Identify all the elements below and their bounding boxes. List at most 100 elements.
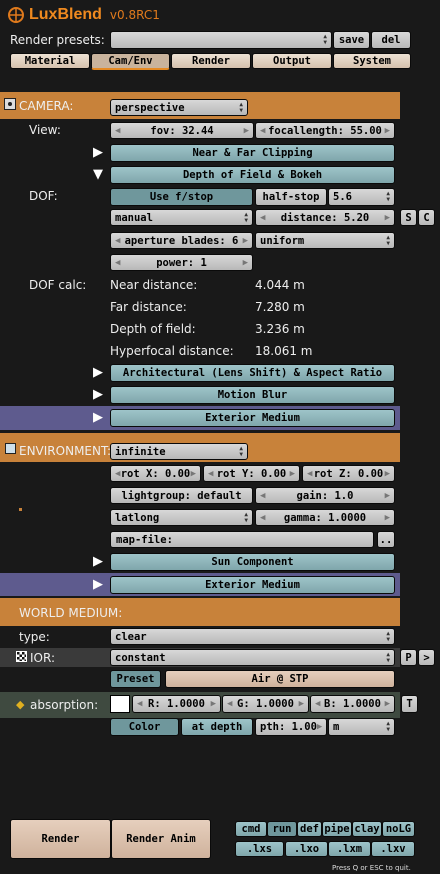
world-type-label: type: [19,630,50,644]
browse-file-button[interactable]: .. [377,531,395,548]
ior-mode-select[interactable]: constant ▲ ▼ [110,649,395,666]
rot-y-field[interactable]: ◀ rot Y: 0.00 ▶ [203,465,300,482]
save-preset-button[interactable]: save [333,31,370,49]
expand-arrow-icon[interactable]: ▶ [93,578,103,591]
power-field[interactable]: ◀ power: 1 ▶ [110,254,253,271]
version-text: v0.8RC1 [109,8,160,22]
near-far-clipping-button[interactable]: Near & Far Clipping [110,144,395,162]
environment-exterior-medium-button[interactable]: Exterior Medium [110,576,395,594]
export-lxo-button[interactable]: .lxo [285,841,328,857]
expand-arrow-icon[interactable]: ▶ [93,555,103,568]
ior-preset-value-button[interactable]: Air @ STP [165,670,395,688]
c-button[interactable]: C [418,209,435,226]
s-button[interactable]: S [400,209,417,226]
distribution-select[interactable]: uniform ▲ ▼ [255,232,395,249]
mode-run-button[interactable]: run [267,821,297,837]
gain-field[interactable]: ◀ gain: 1.0 ▶ [255,487,395,504]
tab-material[interactable]: Material [10,53,90,69]
more-button[interactable]: > [418,649,435,666]
depth-of-field-label: Depth of field: [110,322,196,336]
focus-mode-select[interactable]: manual ▲ ▼ [110,209,253,226]
absorption-color-swatch[interactable] [110,695,130,713]
environment-type-select[interactable]: infinite ▲ ▼ [110,443,248,460]
motion-blur-button[interactable]: Motion Blur [110,386,395,404]
preset-button[interactable]: Preset [110,670,161,688]
use-fstop-toggle[interactable]: Use f/stop [110,188,253,206]
expand-arrow-icon[interactable]: ▶ [93,388,103,401]
aperture-blades-field[interactable]: ◀ aperture blades: 6 ▶ [110,232,253,249]
export-lxv-button[interactable]: .lxv [371,841,415,857]
rot-z-field[interactable]: ◀ rot Z: 0.00 ▶ [302,465,395,482]
color-button[interactable]: Color [110,718,179,736]
map-file-field[interactable]: map-file: [110,531,374,548]
mode-def-button[interactable]: def [297,821,322,837]
far-distance-value: 7.280 m [255,300,305,314]
focallength-field[interactable]: ◀ focallength: 55.00 ▶ [255,122,395,139]
absorption-b-field[interactable]: ◀ B: 1.0000 ▶ [310,695,395,713]
absorption-r-field[interactable]: ◀ R: 1.0000 ▶ [132,695,221,713]
architectural-lens-shift-button[interactable]: Architectural (Lens Shift) & Aspect Rati… [110,364,395,382]
mode-pipe-button[interactable]: pipe [322,821,352,837]
mode-clay-button[interactable]: clay [352,821,382,837]
ior-label: IOR: [30,651,55,665]
rot-x-field[interactable]: ◀ rot X: 0.00 ▶ [110,465,201,482]
t-button[interactable]: T [401,695,418,713]
luxblend-logo: LuxBlend v0.8RC1 [6,5,160,25]
hyperfocal-distance-value: 18.061 m [255,344,313,358]
tab-system[interactable]: System [333,53,411,69]
render-anim-button[interactable]: Render Anim [111,819,211,859]
mode-cmd-button[interactable]: cmd [235,821,267,837]
fov-field[interactable]: ◀ fov: 32.44 ▶ [110,122,254,139]
collapse-arrow-icon[interactable]: ▼ [93,168,103,181]
dof-calc-label: DOF calc: [29,278,87,292]
mapping-select[interactable]: latlong ▲ ▼ [110,509,253,526]
camera-icon [4,98,16,110]
mode-nolg-button[interactable]: noLG [382,821,415,837]
export-lxs-button[interactable]: .lxs [235,841,284,857]
render-presets-select[interactable]: ▲ ▼ [110,31,332,49]
delete-preset-button[interactable]: del [371,31,411,49]
expand-arrow-icon[interactable]: ▶ [93,366,103,379]
fstop-select[interactable]: 5.6 ▲ ▼ [328,188,395,206]
luxblend-panel: LuxBlend v0.8RC1 Render presets: ▲ ▼ save… [0,0,440,874]
absorption-label: absorption: [30,698,99,712]
half-stop-toggle[interactable]: half-stop [255,188,327,206]
dof-bokeh-button[interactable]: Depth of Field & Bokeh [110,166,395,184]
at-depth-button[interactable]: at depth [181,718,253,736]
tab-render[interactable]: Render [171,53,251,69]
environment-title: ENVIRONMENT: [19,444,112,458]
depth-unit-select[interactable]: m ▲ ▼ [328,718,395,736]
near-distance-label: Near distance: [110,278,198,292]
depth-field[interactable]: pth: 1.00 ▶ [255,718,327,736]
expand-arrow-icon[interactable]: ▶ [93,146,103,159]
depth-of-field-value: 3.236 m [255,322,305,336]
camera-title: CAMERA: [19,99,74,113]
view-label: View: [29,123,61,137]
tab-output[interactable]: Output [252,53,332,69]
lightgroup-field[interactable]: lightgroup: default [110,487,253,504]
absorption-g-field[interactable]: ◀ G: 1.0000 ▶ [222,695,309,713]
render-button[interactable]: Render [10,819,111,859]
sun-component-button[interactable]: Sun Component [110,553,395,571]
export-lxm-button[interactable]: .lxm [328,841,371,857]
render-presets-label: Render presets: [10,33,105,47]
near-distance-value: 4.044 m [255,278,305,292]
quit-hint: Press Q or ESC to quit. [332,864,411,872]
tab-cam-env[interactable]: Cam/Env [91,53,170,70]
gamma-field[interactable]: ◀ gamma: 1.0000 ▶ [255,509,395,526]
p-button[interactable]: P [400,649,417,666]
dof-label: DOF: [29,189,58,203]
absorption-icon: ◆ [16,698,25,711]
ior-icon [16,651,27,662]
camera-exterior-medium-button[interactable]: Exterior Medium [110,409,395,427]
distance-field[interactable]: ◀ distance: 5.20 ▶ [255,209,395,226]
logo-text: LuxBlend [29,6,102,23]
camera-type-select[interactable]: perspective ▲ ▼ [110,99,248,116]
far-distance-label: Far distance: [110,300,187,314]
world-medium-title: WORLD MEDIUM: [19,606,123,620]
environment-icon [5,443,16,454]
lux-logo-icon [8,7,24,23]
hyperfocal-distance-label: Hyperfocal distance: [110,344,234,358]
world-type-select[interactable]: clear ▲ ▼ [110,628,395,645]
expand-arrow-icon[interactable]: ▶ [93,411,103,424]
